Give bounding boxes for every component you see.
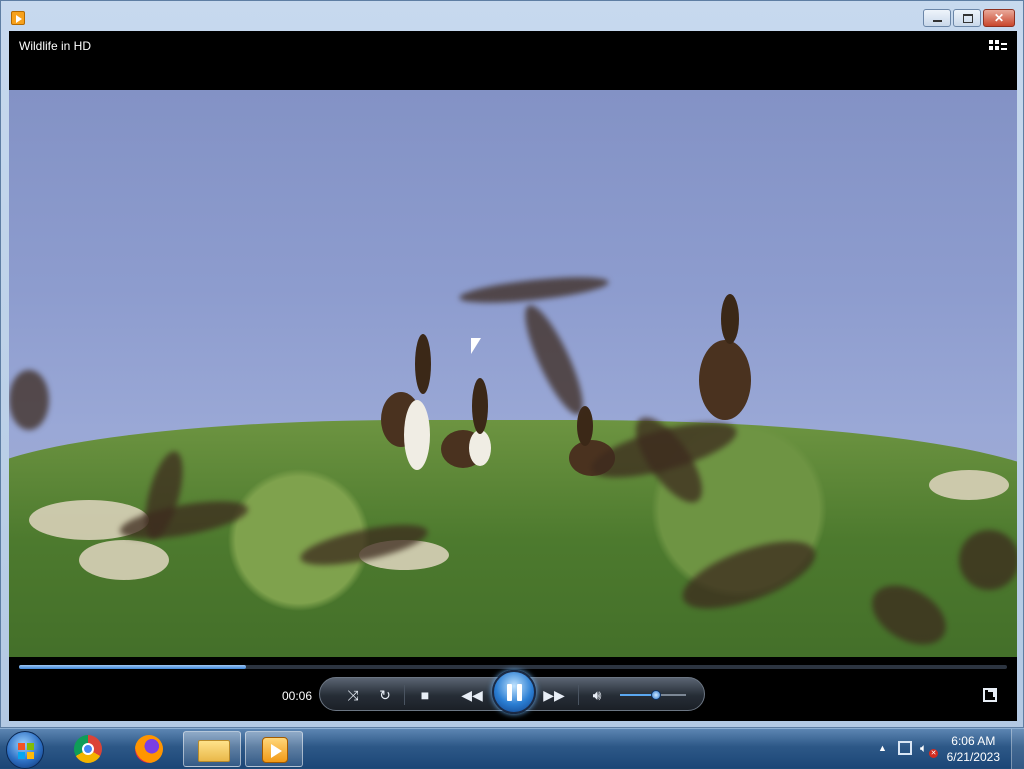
maximize-button[interactable] — [953, 9, 981, 27]
clock-date: 6/21/2023 — [946, 750, 1000, 764]
previous-icon[interactable]: ◀◀ — [460, 686, 484, 704]
media-player-app-icon[interactable] — [11, 11, 25, 25]
show-hidden-icons-icon[interactable]: ▲ — [878, 743, 887, 753]
video-frame[interactable] — [9, 90, 1017, 657]
playback-controls: ⤨ ↻ ■ ◀◀ ▶▶ 🔊︎ — [319, 670, 705, 714]
next-icon[interactable]: ▶▶ — [542, 686, 566, 704]
volume-muted-icon[interactable]: 🔈︎ ✕ — [920, 741, 938, 758]
taskbar-windows-explorer[interactable] — [183, 731, 241, 767]
flying-bird — [959, 530, 1017, 590]
sand-patch — [79, 540, 169, 580]
minimize-button[interactable] — [923, 9, 951, 27]
taskbar: ▲ 🔈︎ ✕ 6:06 AM 6/21/2023 — [0, 728, 1024, 769]
seek-bar[interactable] — [19, 665, 1007, 669]
grassy-hill — [9, 420, 1017, 657]
sand-patch — [929, 470, 1009, 500]
volume-slider[interactable] — [620, 690, 686, 700]
flying-bird — [9, 370, 49, 430]
media-player-window: Wildlife in HD — [0, 0, 1024, 728]
system-clock[interactable]: 6:06 AM 6/21/2023 — [947, 733, 1000, 765]
divider — [404, 685, 405, 705]
start-button[interactable] — [6, 731, 44, 769]
seek-bar-progress — [19, 665, 247, 669]
video-title: Wildlife in HD — [19, 39, 92, 53]
elapsed-time: 00:06 — [282, 689, 313, 703]
close-button[interactable] — [983, 9, 1015, 27]
window-controls — [921, 9, 1015, 27]
repeat-icon[interactable]: ↻ — [376, 686, 394, 704]
taskbar-chrome[interactable] — [58, 731, 116, 767]
windows-logo-icon — [18, 743, 34, 759]
folder-icon — [198, 740, 230, 762]
clock-time: 6:06 AM — [951, 734, 996, 748]
shuffle-icon[interactable]: ⤨ — [344, 686, 362, 704]
stop-icon[interactable]: ■ — [416, 686, 434, 704]
taskbar-media-player[interactable] — [245, 731, 303, 767]
media-player-icon — [262, 737, 288, 763]
title-bar[interactable] — [1, 1, 1023, 31]
network-icon[interactable] — [898, 741, 912, 755]
player-client-area: Wildlife in HD 00:06 ⤨ ↻ ■ ◀◀ ▶▶ 🔊︎ — [9, 31, 1017, 721]
chrome-icon — [74, 735, 102, 763]
volume-slider-handle[interactable] — [651, 690, 662, 700]
flying-bird — [458, 272, 610, 308]
taskbar-firefox[interactable] — [120, 731, 178, 767]
show-desktop-button[interactable] — [1011, 729, 1024, 769]
flying-bird — [515, 299, 593, 421]
fullscreen-icon[interactable] — [983, 688, 997, 702]
mouse-cursor — [470, 337, 482, 355]
volume-icon[interactable]: 🔊︎ — [588, 686, 606, 704]
firefox-icon — [135, 735, 163, 763]
switch-to-library-icon[interactable] — [989, 40, 1007, 54]
divider — [578, 685, 579, 705]
pause-button[interactable] — [492, 670, 536, 714]
system-tray: ▲ 🔈︎ ✕ 6:06 AM 6/21/2023 — [864, 729, 1024, 769]
